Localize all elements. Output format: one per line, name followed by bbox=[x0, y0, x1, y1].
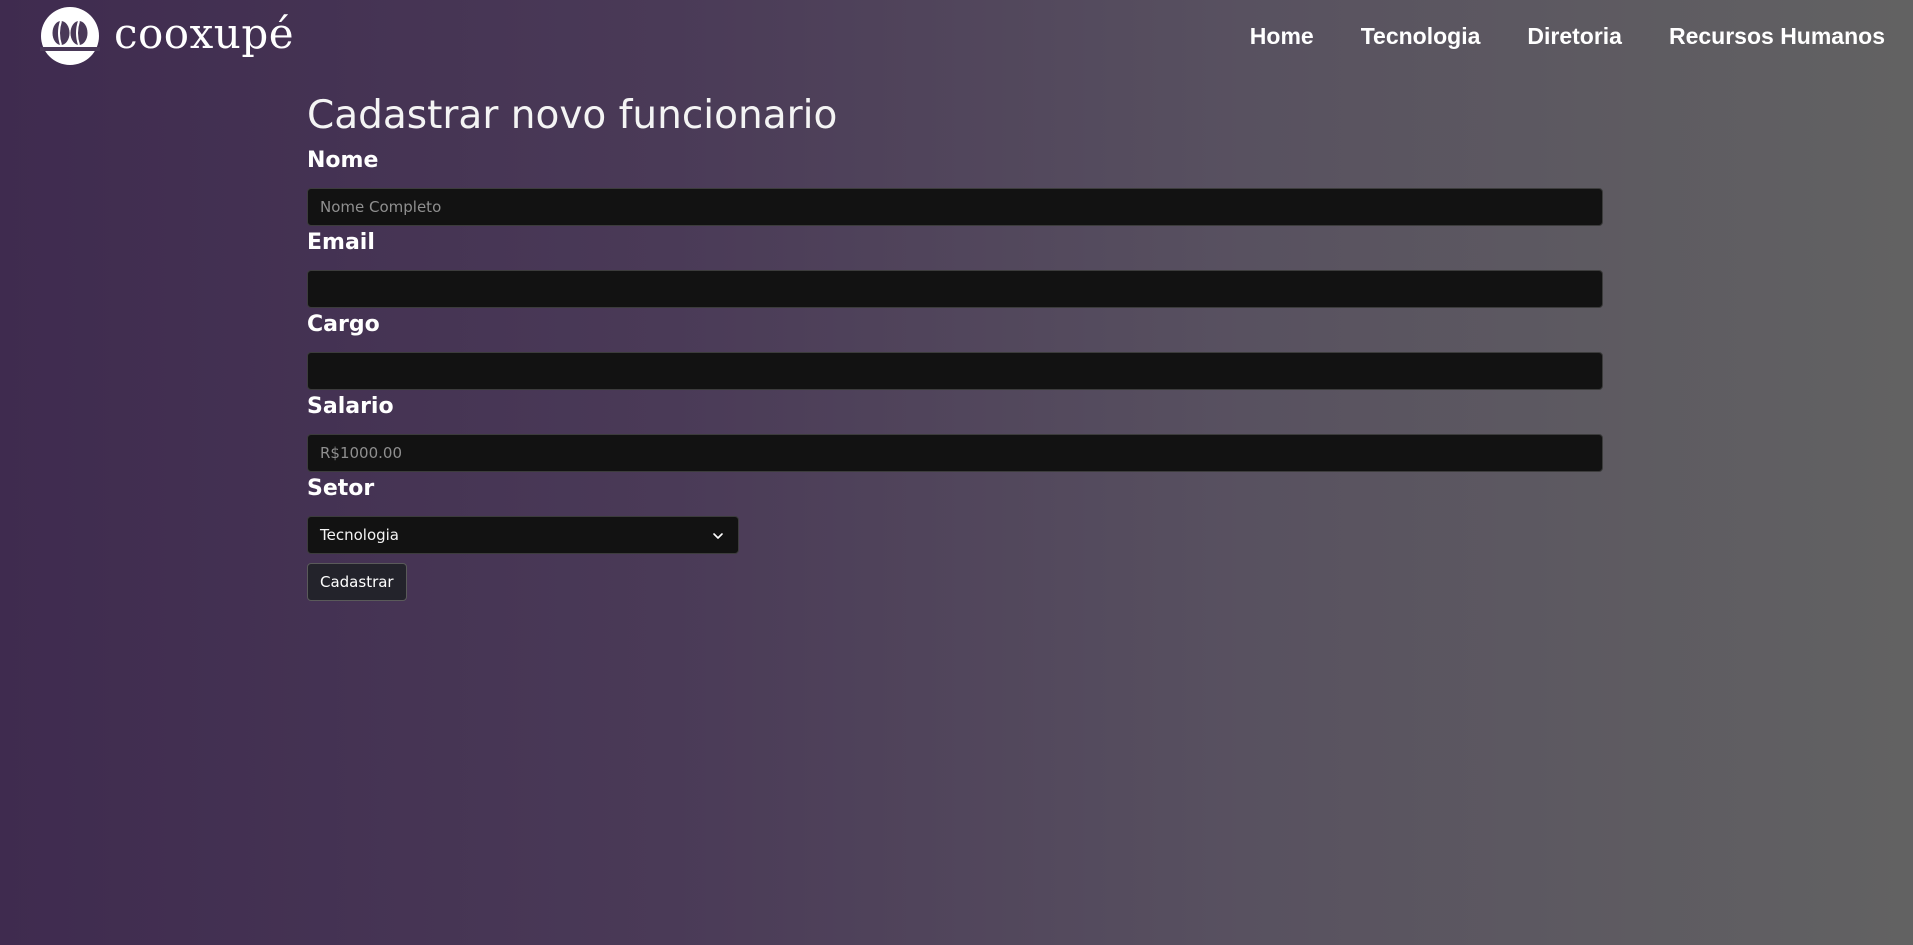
nome-label: Nome bbox=[307, 148, 379, 173]
field-email: Email bbox=[307, 228, 1603, 310]
field-salario: Salario bbox=[307, 392, 1603, 474]
salario-input[interactable] bbox=[307, 434, 1603, 472]
nav-link-home[interactable]: Home bbox=[1250, 18, 1314, 54]
employee-form-container: Cadastrar novo funcionario Nome Email Ca… bbox=[307, 86, 1603, 601]
nav-link-tecnologia[interactable]: Tecnologia bbox=[1361, 18, 1481, 54]
setor-select-box[interactable]: Tecnologia bbox=[307, 516, 739, 554]
email-label: Email bbox=[307, 230, 375, 255]
navbar: cooxupé Home Tecnologia Diretoria Recurs… bbox=[0, 0, 1913, 72]
field-setor: Setor Tecnologia bbox=[307, 474, 1603, 554]
coffee-beans-logo-icon bbox=[40, 7, 100, 65]
setor-selected-value: Tecnologia bbox=[320, 526, 399, 544]
chevron-down-icon bbox=[713, 533, 723, 539]
nav-link-recursos-humanos[interactable]: Recursos Humanos bbox=[1669, 18, 1885, 54]
field-nome: Nome bbox=[307, 146, 1603, 228]
nome-input[interactable] bbox=[307, 188, 1603, 226]
brand-logo-link[interactable]: cooxupé bbox=[40, 6, 294, 66]
salario-label: Salario bbox=[307, 394, 394, 419]
page-title: Cadastrar novo funcionario bbox=[307, 93, 838, 138]
setor-label: Setor bbox=[307, 476, 375, 501]
cadastrar-button[interactable]: Cadastrar bbox=[307, 563, 407, 601]
cargo-label: Cargo bbox=[307, 312, 380, 337]
brand-name: cooxupé bbox=[114, 9, 295, 58]
field-cargo: Cargo bbox=[307, 310, 1603, 392]
setor-select[interactable]: Tecnologia bbox=[307, 516, 739, 554]
email-input[interactable] bbox=[307, 270, 1603, 308]
nav-link-diretoria[interactable]: Diretoria bbox=[1527, 18, 1622, 54]
cargo-input[interactable] bbox=[307, 352, 1603, 390]
nav-links: Home Tecnologia Diretoria Recursos Human… bbox=[1250, 18, 1885, 54]
